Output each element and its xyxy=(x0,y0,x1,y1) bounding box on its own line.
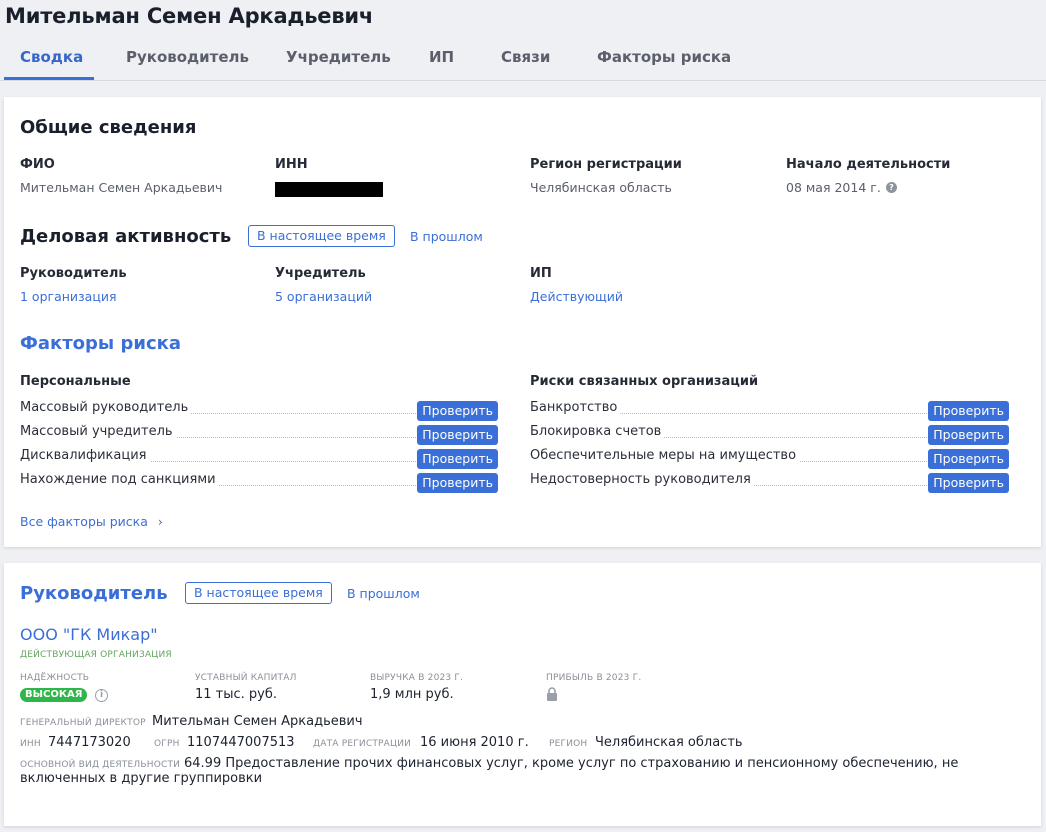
inn-value: 7447173020 xyxy=(48,735,131,750)
profit-label: ПРИБЫЛЬ В 2023 Г. xyxy=(546,673,642,683)
activity-past-link[interactable]: В прошлом xyxy=(410,229,483,244)
region-value: Челябинская область xyxy=(530,180,672,195)
org-status: ДЕЙСТВУЮЩАЯ ОРГАНИЗАЦИЯ xyxy=(20,650,172,660)
page-title: Мительман Семен Аркадьевич xyxy=(5,4,374,28)
risk-row-related: Банкротство Проверить xyxy=(530,400,1009,421)
check-button[interactable]: Проверить xyxy=(928,473,1009,493)
all-risks-label: Все факторы риска xyxy=(20,514,148,529)
risk-row-personal: Дисквалификация Проверить xyxy=(20,448,498,469)
risk-label: Блокировка счетов xyxy=(530,424,665,439)
revenue-value: 1,9 млн руб. xyxy=(370,687,454,702)
director-past-link[interactable]: В прошлом xyxy=(347,586,420,601)
inn-label: ИНН xyxy=(275,157,308,172)
okved-label: ОСНОВНОЙ ВИД ДЕЯТЕЛЬНОСТИ xyxy=(20,760,181,770)
risk-row-related: Блокировка счетов Проверить xyxy=(530,424,1009,445)
check-button[interactable]: Проверить xyxy=(417,449,498,469)
fio-value: Мительман Семен Аркадьевич xyxy=(20,180,223,195)
start-label: Начало деятельности xyxy=(786,157,951,172)
activity-ip-link[interactable]: Действующий xyxy=(530,289,623,304)
risk-label: Нахождение под санкциями xyxy=(20,472,219,487)
director-card: Руководитель В настоящее время В прошлом… xyxy=(4,563,1041,826)
risk-label: Недостоверность руководителя xyxy=(530,472,754,487)
check-button[interactable]: Проверить xyxy=(928,449,1009,469)
capital-value: 11 тыс. руб. xyxy=(195,687,278,702)
general-heading: Общие сведения xyxy=(20,117,197,138)
risk-row-related: Обеспечительные меры на имущество Провер… xyxy=(530,448,1009,469)
risk-label: Банкротство xyxy=(530,400,621,415)
risk-label: Массовый учредитель xyxy=(20,424,176,439)
reliability-badge: ВЫСОКАЯ xyxy=(20,688,88,702)
tab-risk-factors[interactable]: Факторы риска xyxy=(597,48,731,81)
inn-label-small: ИНН xyxy=(20,739,41,749)
director-heading[interactable]: Руководитель xyxy=(20,583,168,604)
activity-founder-link[interactable]: 5 организаций xyxy=(275,289,372,304)
tab-connections[interactable]: Связи xyxy=(501,48,550,81)
ogrn-label: ОГРН xyxy=(154,739,180,749)
okved-line1: 64.99 Предоставление прочих финансовых у… xyxy=(184,756,959,771)
start-value: 08 мая 2014 г. xyxy=(786,180,881,195)
org-name-link[interactable]: ООО "ГК Микар" xyxy=(20,625,158,644)
region-value-small: Челябинская область xyxy=(595,735,743,750)
check-button[interactable]: Проверить xyxy=(417,473,498,493)
ogrn-value: 1107447007513 xyxy=(187,735,295,750)
capital-label: УСТАВНЫЙ КАПИТАЛ xyxy=(195,673,297,683)
reg-date-value: 16 июня 2010 г. xyxy=(420,735,529,750)
risk-label: Обеспечительные меры на имущество xyxy=(530,448,800,463)
region-label-small: РЕГИОН xyxy=(549,739,588,749)
risk-row-personal: Массовый учредитель Проверить xyxy=(20,424,498,445)
check-button[interactable]: Проверить xyxy=(928,425,1009,445)
check-button[interactable]: Проверить xyxy=(417,425,498,445)
active-tab-indicator xyxy=(4,77,94,80)
check-button[interactable]: Проверить xyxy=(928,401,1009,421)
risks-related-heading: Риски связанных организаций xyxy=(530,374,759,389)
risk-label: Дисквалификация xyxy=(20,448,150,463)
tab-founder[interactable]: Учредитель xyxy=(286,48,391,81)
chevron-right-icon: › xyxy=(157,514,163,529)
activity-director-label: Руководитель xyxy=(20,266,127,281)
revenue-label: ВЫРУЧКА В 2023 Г. xyxy=(370,673,464,683)
risks-heading[interactable]: Факторы риска xyxy=(20,333,181,354)
risk-row-related: Недостоверность руководителя Проверить xyxy=(530,472,1009,493)
activity-heading: Деловая активность xyxy=(20,226,232,247)
tab-director[interactable]: Руководитель xyxy=(126,48,249,81)
check-button[interactable]: Проверить xyxy=(417,401,498,421)
okved-line2: включенных в другие группировки xyxy=(20,771,263,786)
tab-ip[interactable]: ИП xyxy=(429,48,454,81)
reliability-label: НАДЁЖНОСТЬ xyxy=(20,673,90,683)
info-icon[interactable]: i xyxy=(95,689,108,702)
activity-now-button[interactable]: В настоящее время xyxy=(248,225,395,247)
fio-label: ФИО xyxy=(20,157,55,172)
risks-personal-heading: Персональные xyxy=(20,374,131,389)
region-label: Регион регистрации xyxy=(530,157,682,172)
risk-row-personal: Нахождение под санкциями Проверить xyxy=(20,472,498,493)
director-now-button[interactable]: В настоящее время xyxy=(185,582,332,604)
risk-row-personal: Массовый руководитель Проверить xyxy=(20,400,498,421)
activity-director-link[interactable]: 1 организация xyxy=(20,289,117,304)
summary-card: Общие сведения ФИО Мительман Семен Аркад… xyxy=(4,97,1041,547)
question-icon[interactable]: ? xyxy=(886,182,897,193)
activity-founder-label: Учредитель xyxy=(275,266,366,281)
gd-value: Мительман Семен Аркадьевич xyxy=(152,714,363,729)
reg-date-label: ДАТА РЕГИСТРАЦИИ xyxy=(313,739,412,749)
inn-redacted xyxy=(275,182,383,197)
gd-label: ГЕНЕРАЛЬНЫЙ ДИРЕКТОР xyxy=(20,718,146,728)
all-risks-link[interactable]: Все факторы риска › xyxy=(20,514,163,529)
activity-ip-label: ИП xyxy=(530,266,552,281)
risk-label: Массовый руководитель xyxy=(20,400,192,415)
tab-bar: Сводка Руководитель Учредитель ИП Связи … xyxy=(0,42,1046,81)
lock-icon[interactable] xyxy=(546,687,558,701)
